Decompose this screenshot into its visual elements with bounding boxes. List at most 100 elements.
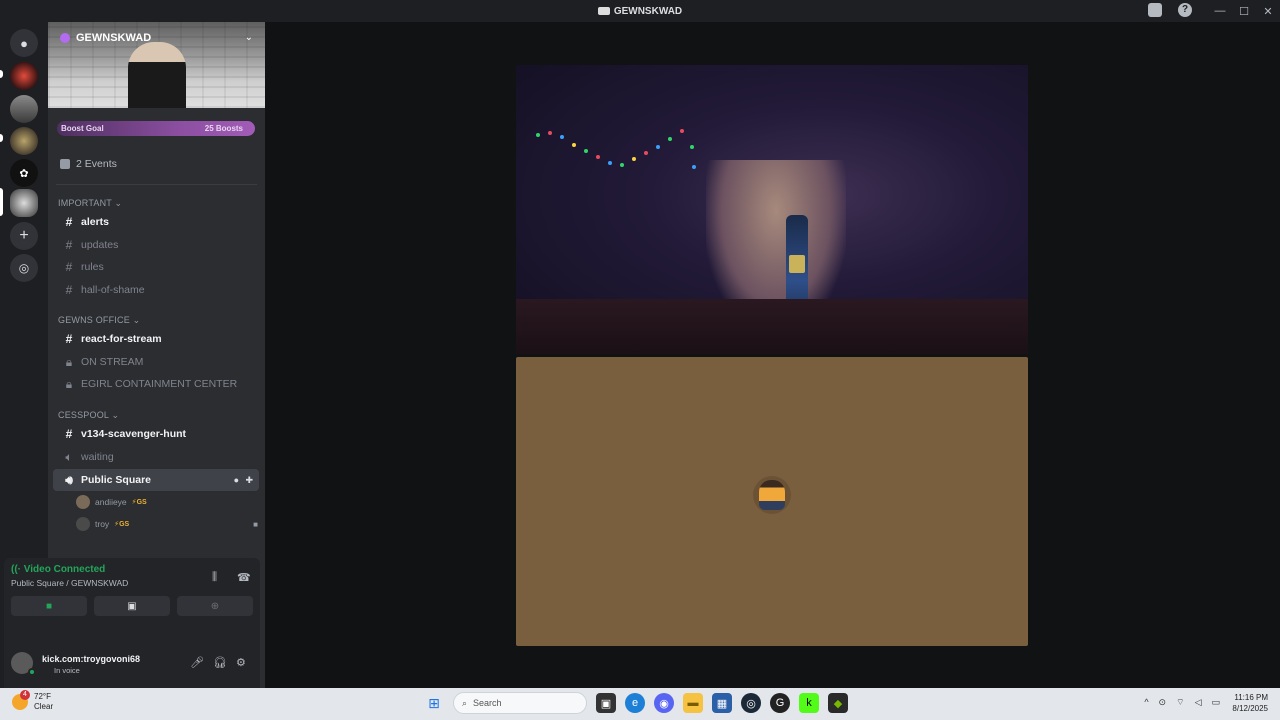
server-car-icon[interactable] — [10, 95, 38, 123]
nvidia-icon[interactable]: ◆ — [828, 693, 848, 713]
channel-rules[interactable]: # rules — [53, 256, 259, 278]
channel-egirl-containment[interactable]: 🔒︎ EGIRL CONTAINMENT CENTER — [53, 373, 259, 395]
unread-pill — [0, 70, 3, 78]
voice-member[interactable]: troy ⚡GS ■ — [76, 515, 258, 533]
camera-button[interactable]: ■ — [11, 596, 87, 616]
video-camera-icon: ■ — [45, 600, 53, 612]
taskbar-search[interactable]: ⌕ Search — [453, 692, 587, 714]
close-button[interactable]: ✕ — [1256, 5, 1280, 18]
server-inferno-icon[interactable] — [10, 62, 38, 90]
noise-suppression-icon[interactable]: ⫼ — [212, 571, 217, 584]
chevron-down-icon[interactable]: ⌄ — [245, 32, 253, 43]
headphones-icon[interactable]: 🎧︎ — [213, 656, 227, 669]
participant-avatar — [753, 476, 791, 514]
discord-icon[interactable]: ◉ — [654, 693, 674, 713]
voice-status[interactable]: ((· Video Connected — [11, 564, 105, 575]
volume-icon[interactable]: ◁ — [1195, 697, 1202, 708]
channel-updates[interactable]: # updates — [53, 234, 259, 256]
boost-goal-bar[interactable]: Boost Goal 25 Boosts — [57, 121, 255, 136]
hash-icon: # — [65, 215, 73, 229]
unread-pill-2 — [0, 134, 3, 142]
activities-button[interactable]: ⊕ — [177, 596, 253, 616]
hash-icon: # — [65, 283, 73, 297]
start-icon[interactable]: ⊞ — [424, 693, 444, 713]
discord-home-icon[interactable]: ● — [10, 29, 38, 57]
server-gold-icon[interactable] — [10, 127, 38, 155]
server-gewnskwad-icon[interactable] — [10, 189, 38, 217]
help-icon[interactable]: ? — [1178, 3, 1192, 17]
task-view-icon[interactable]: ▣ — [596, 693, 616, 713]
calendar-icon — [60, 159, 70, 169]
active-server-pill — [0, 188, 3, 216]
screen-share-button[interactable]: ▣ — [94, 596, 170, 616]
maximize-button[interactable]: ☐ — [1232, 5, 1256, 18]
channel-react-for-stream[interactable]: # react-for-stream — [53, 328, 259, 350]
chevron-up-icon[interactable]: ^ — [1144, 697, 1148, 708]
server-header[interactable]: GEWNSKWAD — [60, 32, 151, 44]
boost-goal-label: Boost Goal — [61, 124, 104, 133]
divider — [56, 184, 257, 185]
events-label: 2 Events — [76, 158, 117, 170]
category-important[interactable]: IMPORTANT ⌄ — [58, 198, 122, 209]
store-icon[interactable]: ▦ — [712, 693, 732, 713]
title-bar: GEWNSKWAD ? — ☐ ✕ — [0, 0, 1280, 22]
search-placeholder: Search — [473, 698, 502, 708]
weather-widget[interactable]: 4 72°F Clear — [12, 690, 54, 712]
kick-icon[interactable]: k — [799, 693, 819, 713]
gear-icon[interactable]: ⚙ — [236, 656, 246, 669]
sun-icon: 4 — [12, 690, 30, 710]
channel-waiting[interactable]: 🔈︎ waiting — [53, 446, 259, 468]
category-gewns-office[interactable]: GEWNS OFFICE ⌄ — [58, 315, 140, 326]
discover-icon[interactable]: ◎ — [10, 254, 38, 282]
window-title-text: GEWNSKWAD — [613, 5, 683, 17]
weather-desc: Clear — [34, 702, 54, 711]
add-server-icon[interactable]: + — [10, 222, 38, 250]
video-tile-andiieye[interactable] — [516, 357, 1028, 646]
boost-count: 25 Boosts — [204, 124, 243, 133]
mic-tray-icon[interactable]: ⊙ — [1159, 697, 1167, 708]
server-bot-icon[interactable]: ✿ — [10, 159, 38, 187]
video-tile-troy[interactable] — [516, 65, 1028, 354]
minimize-button[interactable]: — — [1208, 5, 1232, 17]
speaker-icon: 🔈︎ — [65, 449, 73, 464]
events-item[interactable]: 2 Events — [60, 158, 117, 170]
microphone-icon[interactable]: 🎤︎ — [190, 656, 204, 669]
member-tag: ⚡GS — [114, 521, 130, 528]
channel-hall-of-shame[interactable]: # hall-of-shame — [53, 279, 259, 301]
steam-icon[interactable]: ◎ — [741, 693, 761, 713]
g-app-icon[interactable]: G — [770, 693, 790, 713]
channel-on-stream[interactable]: 🔒︎ ON STREAM — [53, 351, 259, 373]
wifi-icon[interactable]: ⌔ — [1176, 697, 1184, 708]
clock-time: 11:16 PM — [1234, 693, 1268, 702]
disconnect-icon[interactable]: ☎ — [237, 571, 251, 584]
channel-alerts[interactable]: # alerts — [53, 211, 259, 233]
channel-public-square[interactable]: 🔊︎ Public Square ● ✚ — [53, 469, 259, 491]
clock-date: 8/12/2025 — [1232, 704, 1268, 713]
server-mini-icon — [597, 7, 610, 15]
member-tag: ⚡GS — [131, 499, 147, 506]
chat-bubble-icon[interactable]: ● — [234, 475, 239, 485]
speaker-icon: 🔊︎ — [65, 472, 73, 487]
clock[interactable]: 11:16 PM 8/12/2025 — [1232, 692, 1268, 714]
lock-icon: 🔒︎ — [65, 376, 73, 391]
voice-member[interactable]: andiieye ⚡GS — [76, 493, 256, 511]
gamepad-icon: ⊕ — [210, 600, 220, 612]
camera-icon: ■ — [253, 519, 258, 529]
window-title: GEWNSKWAD — [597, 5, 683, 17]
inbox-icon[interactable] — [1148, 3, 1162, 17]
avatar — [76, 495, 90, 509]
user-status: In voice — [54, 666, 80, 675]
server-name: GEWNSKWAD — [76, 32, 152, 44]
server-banner[interactable]: GEWNSKWAD ⌄ — [48, 22, 265, 108]
battery-icon[interactable]: ▭ — [1211, 697, 1220, 708]
category-cesspool[interactable]: CESSPOOL ⌄ — [58, 410, 119, 421]
hash-icon: # — [65, 427, 73, 441]
lock-icon: 🔒︎ — [65, 354, 73, 369]
invite-user-icon[interactable]: ✚ — [245, 475, 253, 486]
hash-icon: # — [65, 332, 73, 346]
edge-icon[interactable]: e — [625, 693, 645, 713]
weather-temp: 72°F — [34, 692, 51, 701]
banner-figure — [128, 42, 186, 108]
channel-v134-scavenger-hunt[interactable]: # v134-scavenger-hunt — [53, 423, 259, 445]
file-explorer-icon[interactable]: ▬ — [683, 693, 703, 713]
